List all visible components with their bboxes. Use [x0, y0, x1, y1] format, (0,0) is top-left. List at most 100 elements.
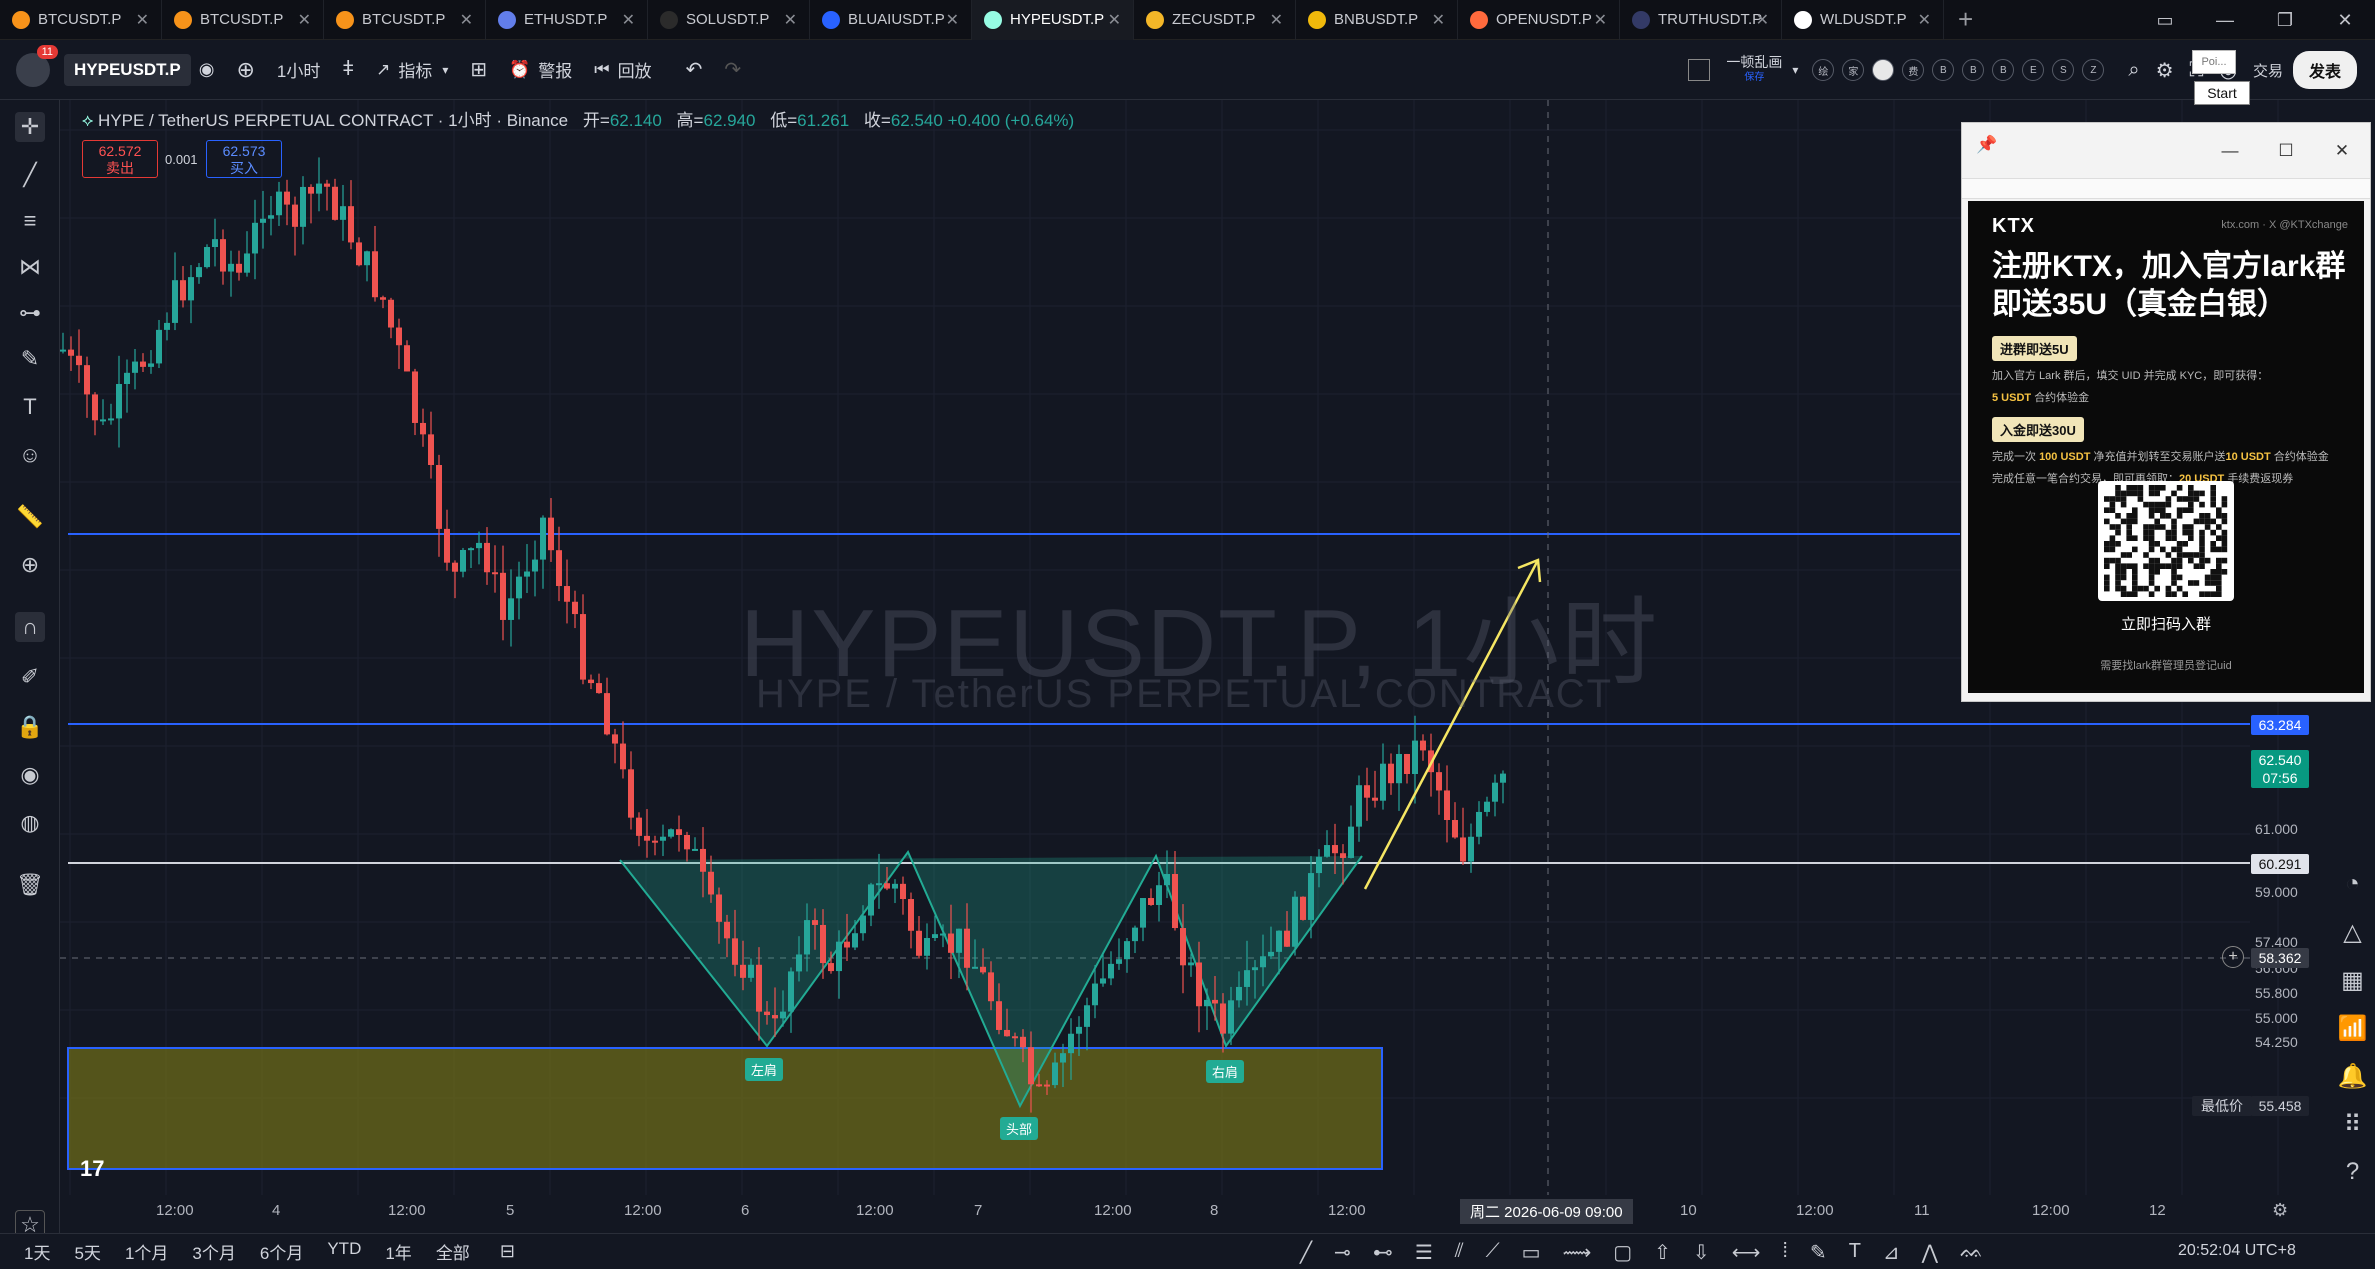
gear-icon[interactable]: ⚙ — [2156, 58, 2174, 83]
close-tab-icon[interactable]: ✕ — [1270, 10, 1283, 30]
calendar-icon[interactable]: ▦ — [2330, 956, 2375, 1004]
search-icon[interactable]: ⌕ — [2128, 59, 2139, 82]
pin-icon[interactable]: 📌 — [1976, 135, 1997, 155]
trend-line-tool-icon[interactable]: ╱ — [15, 160, 45, 190]
maximize-icon[interactable]: ❐ — [2255, 10, 2315, 31]
wave-icon[interactable]: ⋀ — [1922, 1240, 1938, 1265]
brush-tool-icon[interactable]: ✎ — [15, 344, 45, 374]
axis-settings-icon[interactable]: ⚙ — [2272, 1200, 2288, 1221]
range-button[interactable]: 1年 — [385, 1239, 411, 1264]
browser-tab[interactable]: WLDUSDT.P ✕ — [1782, 0, 1944, 40]
browser-tab[interactable]: BNBUSDT.P ✕ — [1296, 0, 1458, 40]
browser-tab[interactable]: HYPEUSDT.P ✕ — [972, 0, 1134, 40]
browser-tab[interactable]: BTCUSDT.P ✕ — [162, 0, 324, 40]
redo-icon[interactable]: ↷ — [724, 57, 741, 82]
buy-button[interactable]: 62.573 买入 — [206, 140, 282, 178]
fib-icon[interactable]: ☰ — [1415, 1240, 1433, 1265]
ruler-icon[interactable]: ⊿ — [1883, 1240, 1900, 1265]
circle-button[interactable] — [1872, 59, 1895, 81]
channel-icon[interactable]: ⫽ — [1455, 1240, 1464, 1265]
range-button[interactable]: 1天 — [24, 1239, 50, 1264]
range-button[interactable]: 3个月 — [192, 1239, 235, 1264]
trash-icon[interactable]: 🗑 — [15, 870, 45, 900]
avatar[interactable]: 11 — [16, 44, 58, 87]
circle-button[interactable]: 家 — [1842, 59, 1865, 81]
circle-button[interactable]: B — [1992, 59, 2015, 81]
range-icon[interactable]: ⟷ — [1732, 1240, 1761, 1265]
pattern-tool-icon[interactable]: ⋈ — [15, 252, 45, 282]
trade-label[interactable]: 交易 — [2253, 60, 2283, 81]
browser-tab[interactable]: TRUTHUSDT.P ✕ — [1620, 0, 1782, 40]
ruler-tool-icon[interactable]: 📏 — [15, 502, 45, 532]
range-button[interactable]: 5天 — [74, 1239, 100, 1264]
browser-tab[interactable]: OPENUSDT.P ✕ — [1458, 0, 1620, 40]
date-range-icon[interactable]: ⊟ — [500, 1241, 515, 1262]
fib-tool-icon[interactable]: ≡ — [15, 206, 45, 236]
add-alert-plus-icon[interactable]: + — [2222, 946, 2244, 968]
zoom-in-icon[interactable]: ⊕ — [15, 550, 45, 580]
lock-drawing-icon[interactable]: ✐ — [15, 662, 45, 692]
browser-tab[interactable]: BTCUSDT.P ✕ — [0, 0, 162, 40]
close-tab-icon[interactable]: ✕ — [784, 10, 797, 30]
triangle-tool-icon[interactable]: △ — [2330, 908, 2375, 956]
close-tab-icon[interactable]: ✕ — [1594, 10, 1607, 30]
picture-in-picture-icon[interactable]: ▭ — [2135, 10, 2195, 31]
text-icon[interactable]: T — [1849, 1240, 1861, 1265]
line-icon[interactable]: ╱ — [1300, 1240, 1312, 1265]
sell-button[interactable]: 62.572 卖出 — [82, 140, 158, 178]
close-tab-icon[interactable]: ✕ — [1432, 10, 1445, 30]
browser-tab[interactable]: ZECUSDT.P ✕ — [1134, 0, 1296, 40]
templates-icon[interactable]: ⊞ — [470, 57, 487, 82]
symbol-settings-icon[interactable]: ◉ — [199, 59, 215, 80]
close-icon[interactable]: ✕ — [2314, 141, 2370, 161]
ray-icon[interactable]: ⊸ — [1334, 1240, 1351, 1265]
circle-button[interactable]: Z — [2082, 59, 2105, 81]
indicators-button[interactable]: ↗ 指标 ▾ — [376, 57, 448, 82]
publish-button[interactable]: 发表 — [2292, 51, 2357, 89]
pen-icon[interactable]: ✎ — [1810, 1240, 1827, 1265]
notifications-icon[interactable]: 🔔 — [2330, 1052, 2375, 1100]
emoji-tool-icon[interactable]: ☺ — [15, 440, 45, 470]
layout-checkbox[interactable] — [1688, 59, 1711, 81]
close-tab-icon[interactable]: ✕ — [1756, 10, 1769, 30]
ktx-advertisement[interactable]: KTX ktx.com · X @KTXchange 注册KTX，加入官方lar… — [1968, 201, 2364, 693]
speedometer-icon[interactable]: ◔ — [2330, 860, 2375, 908]
symbol-search-button[interactable]: HYPEUSDT.P — [64, 53, 191, 86]
close-tab-icon[interactable]: ✕ — [136, 10, 149, 30]
vline-icon[interactable]: ⁞ — [1782, 1240, 1788, 1265]
crosshair-tool-icon[interactable]: ✛ — [15, 112, 45, 142]
range-button[interactable]: 全部 — [436, 1239, 470, 1264]
close-tab-icon[interactable]: ✕ — [946, 10, 959, 30]
browser-tab[interactable]: ETHUSDT.P ✕ — [486, 0, 648, 40]
layout-name[interactable]: 一顿乱画 保存 — [1726, 55, 1782, 85]
circle-button[interactable]: 绘 — [1812, 59, 1835, 81]
replay-button[interactable]: ⏮ 回放 — [594, 57, 651, 82]
start-tooltip[interactable]: Start — [2194, 81, 2250, 105]
arrow-up-icon[interactable]: ⇧ — [1654, 1240, 1671, 1265]
minimize-icon[interactable]: — — [2195, 10, 2255, 31]
close-tab-icon[interactable]: ✕ — [460, 10, 473, 30]
circle-button[interactable]: B — [1932, 59, 1955, 81]
help-icon[interactable]: ? — [2330, 1148, 2375, 1196]
prediction-tool-icon[interactable]: ⊶ — [15, 298, 45, 328]
signal-icon[interactable]: 📶 — [2330, 1004, 2375, 1052]
close-tab-icon[interactable]: ✕ — [298, 10, 311, 30]
browser-tab[interactable]: BTCUSDT.P ✕ — [324, 0, 486, 40]
grid-apps-icon[interactable]: ⠿ — [2330, 1100, 2375, 1148]
circle-button[interactable]: E — [2022, 59, 2045, 81]
tradingview-logo-icon[interactable]: 17 — [80, 1156, 104, 1182]
brush-icon[interactable]: ⟋ — [1486, 1240, 1500, 1265]
circle-button[interactable]: S — [2052, 59, 2075, 81]
range-button[interactable]: YTD — [327, 1239, 361, 1264]
circle-button[interactable]: 费 — [1902, 59, 1925, 81]
candle-style-icon[interactable]: ǂ — [342, 58, 354, 81]
range-button[interactable]: 6个月 — [260, 1239, 303, 1264]
new-tab-button[interactable]: + — [1958, 4, 1973, 35]
arrow-down-icon[interactable]: ⇩ — [1693, 1240, 1710, 1265]
undo-icon[interactable]: ↶ — [686, 57, 703, 82]
pattern-icon[interactable]: ᨐ — [1960, 1240, 1984, 1265]
globe-icon[interactable]: ◍ — [15, 808, 45, 838]
close-tab-icon[interactable]: ✕ — [622, 10, 635, 30]
eye-icon[interactable]: ◉ — [15, 760, 45, 790]
range-button[interactable]: 1个月 — [125, 1239, 168, 1264]
